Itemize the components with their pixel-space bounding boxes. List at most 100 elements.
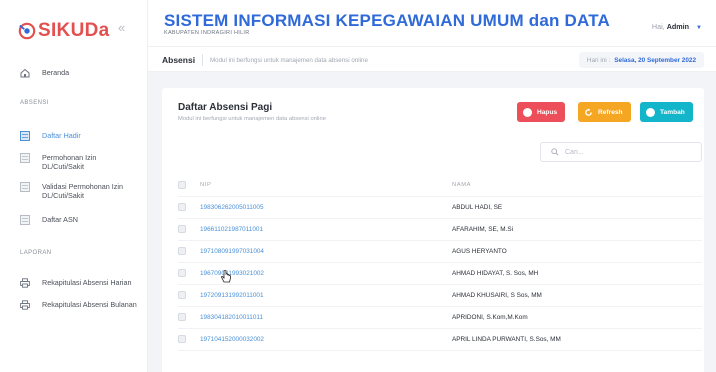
tambah-label: Tambah — [660, 108, 685, 116]
app-logo[interactable]: SIKUDa — [18, 16, 109, 46]
search-input[interactable] — [565, 148, 685, 156]
nama-cell: AHMAD KHUSAIRI, S Sos, MM — [452, 284, 702, 307]
sidebar-item-label: Daftar Hadir — [42, 131, 81, 140]
row-select-cell — [178, 196, 200, 219]
app-title: SISTEM INFORMASI KEPEGAWAIAN UMUM dan DA… — [164, 11, 610, 30]
print-icon — [20, 278, 30, 288]
absensi-table: NIP NAMA 198306262005011005 ABDUL HADI, S… — [178, 174, 702, 351]
divider — [202, 54, 203, 66]
top-header: SISTEM INFORMASI KEPEGAWAIAN UMUM dan DA… — [148, 0, 716, 46]
document-icon — [20, 215, 30, 225]
home-icon — [20, 68, 30, 78]
refresh-icon — [585, 107, 592, 116]
row-select-cell — [178, 328, 200, 351]
sidebar-item-beranda[interactable]: Beranda — [0, 68, 148, 78]
sidebar-item-validasi-permohonan[interactable]: Validasi Permohonan Izin DL/Cuti/Sakit — [0, 182, 148, 200]
sidebar-item-rekap-harian[interactable]: Rekapitulasi Absensi Harian — [0, 278, 148, 288]
absensi-card: Daftar Absensi Pagi Modul ini berfungsi … — [162, 88, 704, 372]
row-select-cell — [178, 218, 200, 241]
row-checkbox[interactable] — [178, 335, 186, 343]
refresh-button[interactable]: Refresh — [578, 102, 631, 122]
table-row[interactable]: 197209131992011001 AHMAD KHUSAIRI, S Sos,… — [178, 284, 702, 307]
print-icon — [20, 300, 30, 310]
table-row[interactable]: 198304182010011011 APRIDONI, S.Kom,M.Kom — [178, 306, 702, 329]
user-name: Admin — [666, 22, 690, 31]
list-icon — [20, 131, 30, 141]
table-row[interactable]: 198306262005011005 ABDUL HADI, SE — [178, 196, 702, 219]
page-description: Modul ini berfungsi untuk manajemen data… — [210, 57, 368, 64]
table-row[interactable]: 197108091997031004 AGUS HERYANTO — [178, 240, 702, 263]
row-checkbox[interactable] — [178, 225, 186, 233]
nip-link[interactable]: 197108091997031004 — [200, 240, 452, 263]
nama-cell: AGUS HERYANTO — [452, 240, 702, 263]
section-heading-laporan: LAPORAN — [20, 250, 52, 256]
nama-cell: ABDUL HADI, SE — [452, 196, 702, 219]
card-subtitle: Modul ini berfungsi untuk manajemen data… — [178, 116, 326, 122]
sidebar-item-label: Daftar ASN — [42, 215, 78, 224]
row-checkbox[interactable] — [178, 203, 186, 211]
row-checkbox[interactable] — [178, 269, 186, 277]
user-menu[interactable]: Hai, Admin ▼ — [652, 22, 702, 31]
section-heading-absensi: ABSENSI — [20, 100, 49, 106]
column-header-nip[interactable]: NIP — [200, 174, 452, 197]
nip-link[interactable]: 198306262005011005 — [200, 196, 452, 219]
nama-cell: AFARAHIM, SE, M.Si — [452, 218, 702, 241]
row-checkbox[interactable] — [178, 291, 186, 299]
refresh-label: Refresh — [598, 108, 623, 116]
row-select-cell — [178, 240, 200, 263]
sidebar-item-permohonan-izin[interactable]: Permohonan Izin DL/Cuti/Sakit — [0, 153, 148, 171]
date-value: Selasa, 20 September 2022 — [614, 56, 696, 64]
nip-link[interactable]: 196611021987011001 — [200, 218, 452, 241]
app-subtitle: KABUPATEN INDRAGIRI HILIR — [164, 30, 250, 36]
date-badge: Hari ini : Selasa, 20 September 2022 — [578, 52, 704, 68]
row-select-cell — [178, 306, 200, 329]
select-all-cell — [178, 174, 200, 197]
sidebar-item-label: Permohonan Izin DL/Cuti/Sakit — [42, 153, 97, 171]
sidebar-item-label: Validasi Permohonan Izin DL/Cuti/Sakit — [42, 182, 123, 200]
nip-link[interactable]: 198304182010011011 — [200, 306, 452, 329]
tambah-button[interactable]: Tambah — [640, 102, 693, 122]
collapse-sidebar-icon[interactable]: « — [118, 20, 125, 35]
sidebar-item-label: Beranda — [42, 68, 70, 77]
sidebar-item-label: Rekapitulasi Absensi Harian — [42, 278, 132, 287]
sidebar-item-rekap-bulanan[interactable]: Rekapitulasi Absensi Bulanan — [0, 300, 148, 310]
main-content: Daftar Absensi Pagi Modul ini berfungsi … — [148, 72, 716, 372]
row-select-cell — [178, 262, 200, 285]
logo-icon — [18, 22, 36, 40]
page-title: Absensi — [162, 55, 196, 65]
hapus-label: Hapus — [537, 108, 558, 116]
logo-text: SIKUDa — [38, 20, 110, 41]
search-box — [540, 142, 702, 162]
hand-cursor-icon — [221, 270, 231, 283]
user-greeting: Hai, — [651, 22, 665, 31]
document-icon — [20, 153, 30, 163]
hapus-button[interactable]: Hapus — [517, 102, 566, 122]
nama-cell: APRIDONI, S.Kom,M.Kom — [452, 306, 702, 329]
page-bar: Absensi Modul ini berfungsi untuk manaje… — [148, 46, 716, 72]
sidebar-item-label: Rekapitulasi Absensi Bulanan — [42, 300, 137, 309]
sidebar-item-daftar-hadir[interactable]: Daftar Hadir — [0, 131, 148, 141]
row-checkbox[interactable] — [178, 313, 186, 321]
delete-icon — [523, 107, 532, 117]
date-prefix: Hari ini : — [586, 56, 611, 64]
table-row[interactable]: 197104152000032002 APRIL LINDA PURWANTI, … — [178, 328, 702, 351]
nip-link[interactable]: 197209131992011001 — [200, 284, 452, 307]
nip-link[interactable]: 197104152000032002 — [200, 328, 452, 351]
card-title: Daftar Absensi Pagi — [178, 102, 273, 113]
row-checkbox[interactable] — [178, 247, 186, 255]
table-header-row: NIP NAMA — [178, 174, 702, 197]
nama-cell: APRIL LINDA PURWANTI, S.Sos, MM — [452, 328, 702, 351]
document-icon — [20, 182, 30, 192]
nip-link[interactable]: 196709031993021002 — [200, 262, 452, 285]
sidebar-item-daftar-asn[interactable]: Daftar ASN — [0, 215, 148, 225]
sidebar: SIKUDa « Beranda ABSENSI Daftar Hadir Pe… — [0, 0, 148, 372]
select-all-checkbox[interactable] — [178, 180, 186, 189]
row-select-cell — [178, 284, 200, 307]
column-header-nama[interactable]: NAMA — [452, 174, 702, 197]
nama-cell: AHMAD HIDAYAT, S. Sos, MH — [452, 262, 702, 285]
add-icon — [646, 107, 655, 117]
chevron-down-icon: ▼ — [696, 25, 702, 31]
search-icon — [551, 148, 559, 156]
table-row[interactable]: 196709031993021002 AHMAD HIDAYAT, S. Sos,… — [178, 262, 702, 285]
table-row[interactable]: 196611021987011001 AFARAHIM, SE, M.Si — [178, 218, 702, 241]
